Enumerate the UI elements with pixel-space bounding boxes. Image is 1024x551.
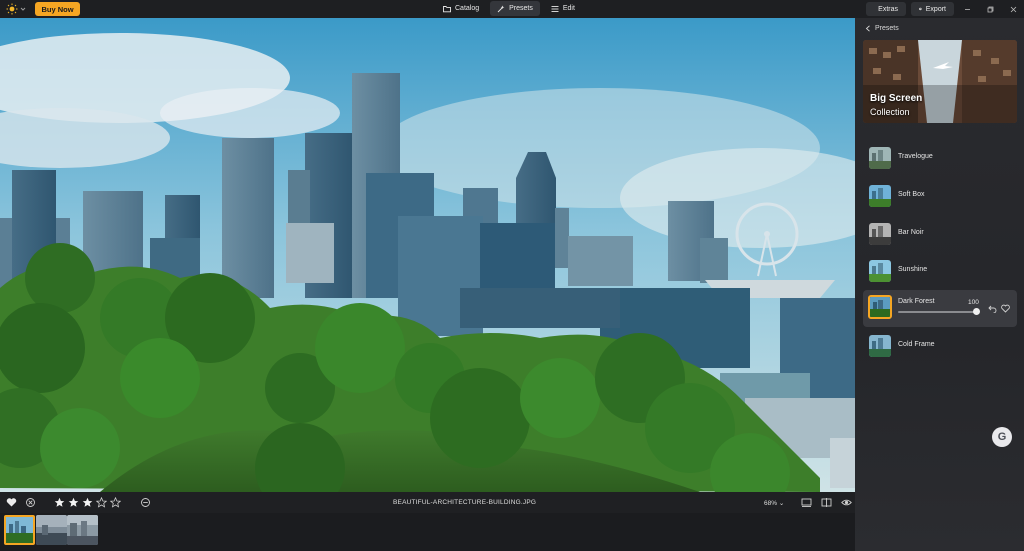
mode-tabs: Catalog Presets Edit	[436, 1, 582, 16]
undo-icon[interactable]	[988, 304, 997, 313]
sparkle-icon	[497, 5, 505, 12]
minimize-icon	[964, 8, 970, 10]
preset-label: Bar Noir	[898, 229, 924, 236]
preset-amount-value: 100	[968, 299, 979, 306]
tab-catalog-label: Catalog	[455, 5, 480, 12]
presets-panel: Presets Big Screen Collection Travelogue…	[855, 18, 1024, 551]
eye-icon[interactable]	[841, 497, 852, 508]
extras-button[interactable]: Extras	[866, 2, 906, 16]
back-to-presets-button[interactable]: Presets	[865, 25, 899, 32]
zoom-dropdown[interactable]: 68% ⌄	[764, 499, 784, 507]
filmstrip	[0, 513, 855, 551]
bottom-toolbar: BEAUTIFUL-ARCHITECTURE-BUILDING.JPG 68% …	[0, 492, 855, 513]
folder-icon	[443, 5, 451, 12]
restore-icon	[987, 6, 993, 12]
app-menu-button[interactable]	[6, 2, 28, 16]
preset-thumbnail	[869, 185, 891, 207]
preset-thumbnail	[869, 260, 891, 282]
preset-item-travelogue[interactable]: Travelogue	[863, 143, 1017, 173]
buy-now-button[interactable]: Buy Now	[35, 2, 80, 16]
close-icon	[1010, 6, 1016, 12]
layout-icon[interactable]	[801, 497, 812, 508]
chevron-down-icon	[20, 7, 26, 11]
preset-label: Dark Forest	[898, 298, 935, 305]
preset-thumbnail	[869, 223, 891, 245]
compare-icon[interactable]	[821, 497, 832, 508]
grammarly-icon[interactable]: G	[992, 427, 1012, 447]
chevron-left-icon	[865, 25, 870, 32]
preset-item-cold-frame[interactable]: Cold Frame	[863, 331, 1017, 361]
preset-thumbnail	[869, 147, 891, 169]
preset-thumbnail	[868, 295, 892, 319]
top-bar: Buy Now Catalog Presets Edit Extras Expo…	[0, 0, 1024, 18]
slider-handle[interactable]	[973, 308, 980, 315]
filmstrip-thumb[interactable]	[36, 515, 67, 545]
tab-edit-label: Edit	[562, 5, 575, 12]
close-button[interactable]	[1008, 3, 1018, 15]
export-label: Export	[925, 5, 946, 13]
export-icon	[919, 7, 922, 11]
minimize-button[interactable]	[962, 3, 972, 15]
main-photo[interactable]	[0, 18, 855, 492]
heart-icon[interactable]	[6, 497, 17, 508]
star-empty-icon[interactable]	[110, 497, 121, 508]
clear-rating-icon[interactable]	[140, 497, 151, 508]
preset-item-sunshine[interactable]: Sunshine	[863, 256, 1017, 286]
preset-item-bar-noir[interactable]: Bar Noir	[863, 219, 1017, 249]
preset-label: Soft Box	[898, 191, 925, 198]
filmstrip-thumb[interactable]	[67, 515, 98, 545]
restore-button[interactable]	[985, 3, 995, 15]
preset-item-dark-forest[interactable]: Dark Forest 100	[863, 290, 1017, 327]
heart-icon[interactable]	[1001, 304, 1010, 313]
tab-catalog[interactable]: Catalog	[436, 1, 486, 16]
collection-banner[interactable]: Big Screen Collection	[863, 40, 1017, 123]
reject-icon[interactable]	[25, 497, 36, 508]
preset-label: Sunshine	[898, 266, 928, 273]
preset-amount-slider[interactable]	[898, 311, 978, 313]
preset-thumbnail	[869, 335, 891, 357]
preset-label: Cold Frame	[898, 341, 935, 348]
back-label: Presets	[875, 25, 899, 32]
star-filled-icon[interactable]	[54, 497, 65, 508]
star-empty-icon[interactable]	[96, 497, 107, 508]
preset-label: Travelogue	[898, 153, 933, 160]
star-filled-icon[interactable]	[68, 497, 79, 508]
preset-item-soft-box[interactable]: Soft Box	[863, 181, 1017, 211]
file-name: BEAUTIFUL-ARCHITECTURE-BUILDING.JPG	[393, 499, 537, 506]
sun-logo-icon	[6, 3, 18, 15]
tab-presets[interactable]: Presets	[490, 1, 540, 16]
sliders-icon	[551, 5, 559, 12]
tab-presets-label: Presets	[509, 5, 533, 12]
tab-edit[interactable]: Edit	[544, 1, 582, 16]
filmstrip-thumb[interactable]	[4, 515, 35, 545]
star-filled-icon[interactable]	[82, 497, 93, 508]
collection-title: Big Screen	[870, 93, 923, 104]
collection-subtitle: Collection	[870, 107, 910, 117]
export-button[interactable]: Export	[911, 2, 954, 16]
city-skyline-image	[0, 18, 855, 492]
extras-label: Extras	[878, 5, 898, 13]
